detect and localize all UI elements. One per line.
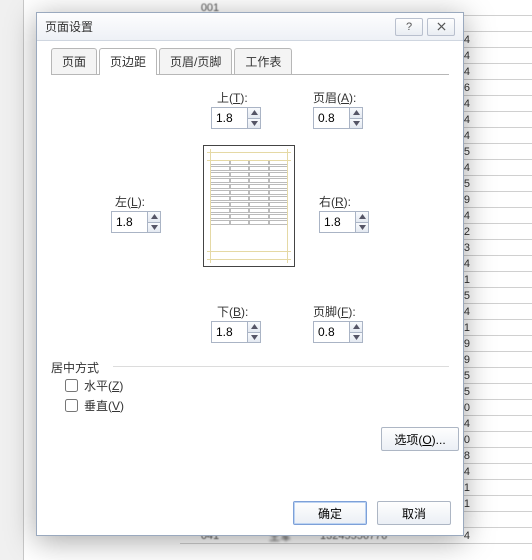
spinner-header: [313, 107, 363, 129]
spinner-left-down[interactable]: [148, 223, 160, 233]
spinner-header-up[interactable]: [350, 108, 362, 119]
input-left[interactable]: [111, 211, 147, 233]
label-vertical: 垂直(V): [84, 397, 124, 414]
group-center-title: 居中方式: [51, 359, 99, 376]
input-footer[interactable]: [313, 321, 349, 343]
tab-margins[interactable]: 页边距: [99, 48, 157, 75]
label-right: 右(R):: [319, 193, 351, 210]
page-preview: [203, 145, 295, 267]
spinner-left: [111, 211, 161, 233]
spinner-top-up[interactable]: [248, 108, 260, 119]
input-top[interactable]: [211, 107, 247, 129]
label-header: 页眉(A):: [313, 89, 356, 106]
tab-sheet[interactable]: 工作表: [234, 48, 292, 74]
margins-panel: 上(T): 页眉(A): 左: [51, 75, 449, 455]
spinner-right-buttons: [355, 211, 369, 233]
input-bottom[interactable]: [211, 321, 247, 343]
spinner-bottom-buttons: [247, 321, 261, 343]
input-header[interactable]: [313, 107, 349, 129]
cancel-button[interactable]: 取消: [377, 501, 451, 525]
titlebar: 页面设置 ?: [37, 13, 463, 41]
checkbox-row-vertical: 垂直(V): [65, 397, 124, 414]
spinner-right-down[interactable]: [356, 223, 368, 233]
page-setup-dialog: 页面设置 ? 页面 页边距 页眉/页脚 工作表 上(T):: [36, 12, 464, 536]
tab-page[interactable]: 页面: [51, 48, 97, 74]
label-footer: 页脚(F):: [313, 303, 356, 320]
spinner-bottom: [211, 321, 261, 343]
titlebar-controls: ?: [391, 18, 455, 36]
checkbox-vertical[interactable]: [65, 399, 78, 412]
spinner-footer-buttons: [349, 321, 363, 343]
spinner-bottom-up[interactable]: [248, 322, 260, 333]
spinner-right: [319, 211, 369, 233]
label-horizontal: 水平(Z): [84, 377, 123, 394]
spinner-right-up[interactable]: [356, 212, 368, 223]
preview-guides: [204, 146, 294, 266]
spinner-footer-down[interactable]: [350, 333, 362, 343]
close-button[interactable]: [427, 18, 455, 36]
ok-button[interactable]: 确定: [293, 501, 367, 525]
dialog-title: 页面设置: [45, 18, 93, 35]
spinner-left-buttons: [147, 211, 161, 233]
spinner-footer: [313, 321, 363, 343]
group-center-separator: [113, 366, 449, 367]
tab-header-footer[interactable]: 页眉/页脚: [159, 48, 232, 74]
close-icon: [437, 22, 446, 31]
tabstrip: 页面 页边距 页眉/页脚 工作表: [51, 51, 449, 75]
spinner-header-buttons: [349, 107, 363, 129]
dialog-body: 页面 页边距 页眉/页脚 工作表 上(T): 页眉(A):: [37, 41, 463, 535]
label-left: 左(L):: [115, 193, 145, 210]
row-ruler: [0, 0, 24, 560]
spinner-footer-up[interactable]: [350, 322, 362, 333]
options-button[interactable]: 选项(O)...: [381, 427, 459, 451]
help-button[interactable]: ?: [395, 18, 423, 36]
spinner-bottom-down[interactable]: [248, 333, 260, 343]
checkbox-horizontal[interactable]: [65, 379, 78, 392]
help-icon: ?: [406, 21, 412, 33]
spinner-left-up[interactable]: [148, 212, 160, 223]
spinner-top: [211, 107, 261, 129]
label-bottom: 下(B):: [217, 303, 248, 320]
label-top: 上(T):: [217, 89, 248, 106]
checkbox-row-horizontal: 水平(Z): [65, 377, 123, 394]
spinner-header-down[interactable]: [350, 119, 362, 129]
spinner-top-buttons: [247, 107, 261, 129]
spinner-top-down[interactable]: [248, 119, 260, 129]
input-right[interactable]: [319, 211, 355, 233]
